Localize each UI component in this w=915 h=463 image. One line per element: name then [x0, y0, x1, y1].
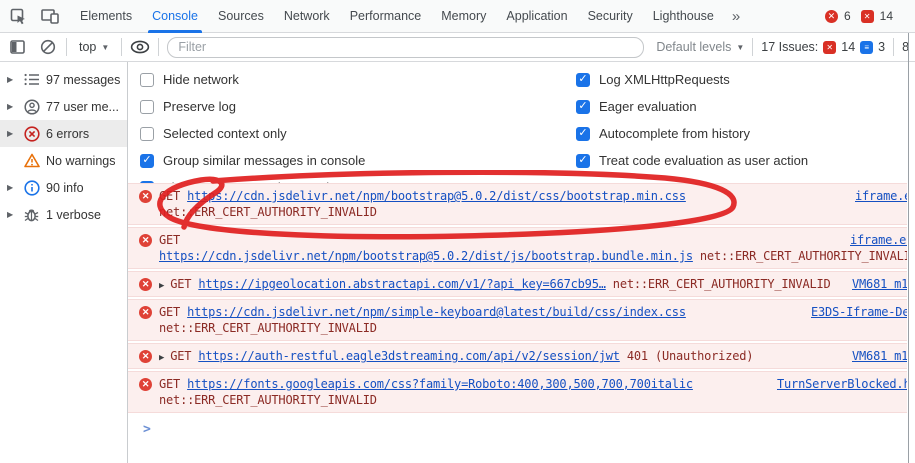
checkbox-eager-evaluation[interactable]: Eager evaluation	[576, 93, 808, 120]
tab-console[interactable]: Console	[142, 0, 208, 33]
devtools-tabbar: Elements Console Sources Network Perform…	[0, 0, 915, 33]
checkbox-icon[interactable]	[576, 100, 590, 114]
clear-console-icon[interactable]	[38, 37, 58, 57]
checkbox-icon[interactable]	[576, 127, 590, 141]
prompt-chevron-icon: >	[143, 422, 151, 437]
request-url-link[interactable]: https://auth-restful.eagle3dstreaming.co…	[198, 349, 619, 363]
console-sidebar: ▶ 97 messages ▶	[0, 62, 128, 463]
checkbox-selected-context-only[interactable]: Selected context only	[140, 120, 365, 147]
checkbox-icon[interactable]	[140, 154, 154, 168]
console-error-row: ✕ GET https://cdn.jsdelivr.net/npm/boots…	[128, 227, 907, 269]
error-icon: ✕	[139, 190, 152, 203]
source-location-link[interactable]: iframe.eagle3dstreaming.com,	[850, 232, 907, 248]
tab-memory[interactable]: Memory	[431, 0, 496, 33]
console-toolbar: top ▼ Default levels ▼ 17 Issues: ✕ 14 ≡…	[0, 33, 915, 62]
console-error-row: ✕ GET https://cdn.jsdelivr.net/npm/simpl…	[128, 299, 907, 341]
sidebar-item-verbose[interactable]: ▶ 1 verbose	[0, 201, 127, 228]
log-levels-dropdown[interactable]: Default levels ▼	[656, 40, 744, 54]
error-count-icon[interactable]: ✕	[825, 10, 838, 23]
inspect-element-icon[interactable]	[8, 6, 28, 26]
panel-tabs: Elements Console Sources Network Perform…	[70, 0, 724, 33]
chevron-down-icon: ▼	[736, 43, 744, 52]
tab-network[interactable]: Network	[274, 0, 340, 33]
checkbox-icon[interactable]	[576, 154, 590, 168]
source-location-link[interactable]: VM681 m1:	[852, 348, 907, 364]
issues-error-badge-icon: ✕	[823, 41, 836, 54]
request-url-link[interactable]: https://cdn.jsdelivr.net/npm/bootstrap@5…	[159, 249, 693, 263]
sidebar-item-info[interactable]: ▶ 90 info	[0, 174, 127, 201]
tab-application[interactable]: Application	[496, 0, 577, 33]
console-main: Hide network Preserve log Selected conte…	[128, 62, 907, 463]
devtools-window: Elements Console Sources Network Perform…	[0, 0, 915, 463]
issues-count[interactable]: 14	[880, 9, 893, 23]
info-icon	[23, 179, 40, 196]
expand-arrow-icon[interactable]: ▶	[7, 210, 17, 219]
issues-count-icon[interactable]: ✕	[861, 10, 874, 23]
checkbox-preserve-log[interactable]: Preserve log	[140, 93, 365, 120]
warning-icon	[23, 152, 40, 169]
request-url-link[interactable]: https://cdn.jsdelivr.net/npm/simple-keyb…	[187, 305, 686, 319]
chevron-down-icon: ▼	[101, 43, 109, 52]
sidebar-item-errors[interactable]: ▶ 6 errors	[0, 120, 127, 147]
device-toolbar-icon[interactable]	[40, 6, 60, 26]
tab-performance[interactable]: Performance	[340, 0, 432, 33]
panel-edge-divider	[908, 33, 909, 463]
checkbox-group-similar[interactable]: Group similar messages in console	[140, 147, 365, 174]
sidebar-item-warnings[interactable]: No warnings	[0, 147, 127, 174]
tab-sources[interactable]: Sources	[208, 0, 274, 33]
checkbox-icon[interactable]	[140, 73, 154, 87]
checkbox-icon[interactable]	[140, 127, 154, 141]
expand-arrow-icon[interactable]: ▶	[7, 102, 17, 111]
expand-caret-icon[interactable]: ▶	[159, 350, 164, 366]
console-messages: ✕ GET https://cdn.jsdelivr.net/npm/boots…	[128, 183, 907, 437]
checkbox-treat-code-eval[interactable]: Treat code evaluation as user action	[576, 147, 808, 174]
checkbox-icon[interactable]	[576, 73, 590, 87]
console-prompt[interactable]: >	[128, 415, 907, 437]
error-icon: ✕	[139, 234, 152, 247]
request-url-link[interactable]: https://cdn.jsdelivr.net/npm/bootstrap@5…	[187, 189, 686, 203]
source-location-link[interactable]: E3DS-Iframe-Der	[811, 304, 907, 320]
tab-security[interactable]: Security	[578, 0, 643, 33]
sidebar-item-messages[interactable]: ▶ 97 messages	[0, 66, 127, 93]
console-settings: Hide network Preserve log Selected conte…	[128, 62, 907, 183]
request-url-link[interactable]: https://fonts.googleapis.com/css?family=…	[187, 377, 693, 391]
user-messages-icon	[23, 98, 40, 115]
tab-lighthouse[interactable]: Lighthouse	[643, 0, 724, 33]
tab-elements[interactable]: Elements	[70, 0, 142, 33]
checkbox-icon[interactable]	[140, 100, 154, 114]
console-sidebar-toggle-icon[interactable]	[8, 37, 28, 57]
live-expression-eye-icon[interactable]	[130, 37, 150, 57]
expand-arrow-icon[interactable]: ▶	[7, 129, 17, 138]
source-location-link[interactable]: TurnServerBlocked.ht	[777, 376, 907, 392]
error-icon	[23, 125, 40, 142]
error-icon: ✕	[139, 278, 152, 291]
console-error-row: ✕ ▶GET https://ipgeolocation.abstractapi…	[128, 271, 907, 297]
checkbox-hide-network[interactable]: Hide network	[140, 66, 365, 93]
sidebar-item-user-messages[interactable]: ▶ 77 user me...	[0, 93, 127, 120]
console-error-row: ✕ GET https://fonts.googleapis.com/css?f…	[128, 371, 907, 413]
console-error-row: ✕ GET https://cdn.jsdelivr.net/npm/boots…	[128, 183, 907, 225]
checkbox-log-xmlhttprequests[interactable]: Log XMLHttpRequests	[576, 66, 808, 93]
filter-input[interactable]	[167, 37, 644, 58]
expand-caret-icon[interactable]: ▶	[159, 278, 164, 294]
error-count[interactable]: 6	[844, 9, 851, 23]
error-icon: ✕	[139, 306, 152, 319]
source-location-link[interactable]: iframe.eagle3dstreaming.com	[855, 188, 907, 204]
issues-message-badge-icon: ≡	[860, 41, 873, 54]
more-tabs-icon[interactable]: »	[724, 8, 748, 25]
expand-arrow-icon[interactable]: ▶	[7, 75, 17, 84]
checkbox-autocomplete-history[interactable]: Autocomplete from history	[576, 120, 808, 147]
console-error-row: ✕ ▶GET https://auth-restful.eagle3dstrea…	[128, 343, 907, 369]
error-icon: ✕	[139, 378, 152, 391]
expand-arrow-icon[interactable]: ▶	[7, 183, 17, 192]
verbose-bug-icon	[23, 206, 40, 223]
source-location-link[interactable]: VM681 m1	[852, 276, 907, 292]
issues-summary[interactable]: 17 Issues: ✕ 14 ≡ 3	[761, 40, 885, 54]
execution-context-selector[interactable]: top ▼	[75, 40, 113, 54]
request-url-link[interactable]: https://ipgeolocation.abstractapi.com/v1…	[198, 277, 605, 291]
error-icon: ✕	[139, 350, 152, 363]
list-icon	[23, 71, 40, 88]
